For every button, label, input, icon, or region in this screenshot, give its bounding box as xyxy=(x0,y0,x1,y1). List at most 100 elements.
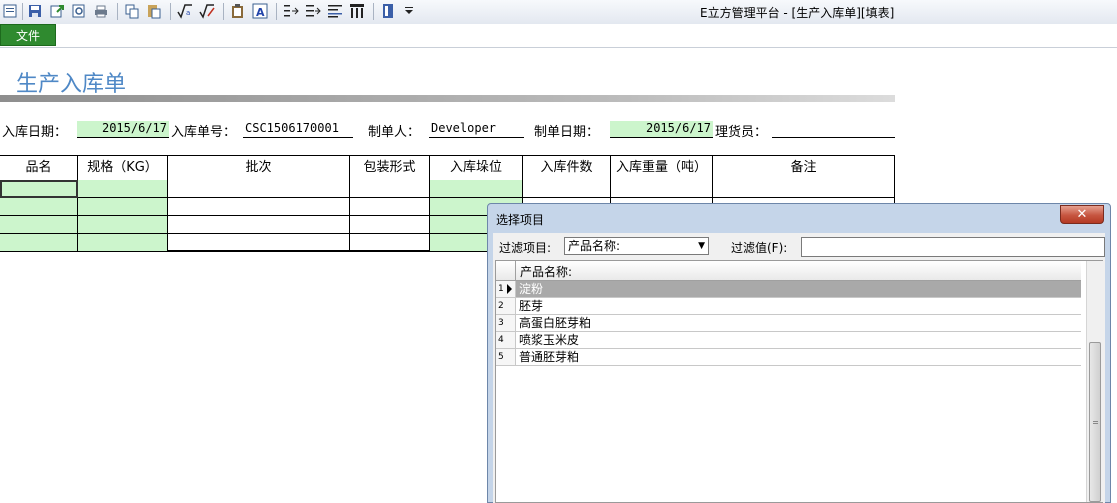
table-cell[interactable] xyxy=(0,198,78,216)
row-number: 2 xyxy=(496,298,516,314)
dialog-body: 过滤项目: 产品名称: ▼ 过滤值(F): 产品名称: 1 淀粉 2 胚芽 3 高蛋白胚芽… xyxy=(493,233,1105,503)
maker-field[interactable]: Developer xyxy=(429,121,524,138)
table-cell[interactable] xyxy=(78,180,168,198)
table-cell[interactable] xyxy=(168,198,350,216)
filter-value-label: 过滤值(F): xyxy=(731,241,788,255)
order-no-field[interactable]: CSC1506170001 xyxy=(243,121,353,138)
row-number: 5 xyxy=(496,349,516,365)
text-icon[interactable]: A xyxy=(252,3,268,19)
filter-value-input[interactable] xyxy=(801,237,1105,257)
toolbar-separator xyxy=(223,3,224,20)
title-underline xyxy=(0,95,895,102)
col-header-count: 入库件数 xyxy=(523,156,611,180)
print-icon[interactable] xyxy=(93,3,109,19)
bookmark-icon[interactable] xyxy=(380,3,396,19)
vertical-scrollbar[interactable] xyxy=(1086,261,1104,502)
col-header-location: 入库垛位 xyxy=(430,156,523,180)
table-cell[interactable] xyxy=(78,198,168,216)
col-header-weight: 入库重量（吨） xyxy=(611,156,713,180)
window-title: E立方管理平台 - [生产入库单][填表] xyxy=(700,6,895,20)
list-item[interactable]: 2 胚芽 xyxy=(496,298,1081,315)
filter-item-select[interactable]: 产品名称: ▼ xyxy=(564,237,709,255)
product-name-cell[interactable]: 喷浆玉米皮 xyxy=(516,332,1081,348)
current-row-arrow-icon xyxy=(507,284,512,294)
preview-icon[interactable] xyxy=(71,3,87,19)
export-icon[interactable] xyxy=(49,3,65,19)
product-name-cell[interactable]: 普通胚芽粕 xyxy=(516,349,1081,365)
table-cell[interactable] xyxy=(350,180,430,198)
list-item[interactable]: 5 普通胚芽粕 xyxy=(496,349,1081,366)
make-date-field[interactable]: 2015/6/17 xyxy=(610,121,713,138)
formula-icon[interactable] xyxy=(199,3,215,19)
col-header-remark: 备注 xyxy=(790,160,817,175)
table-cell[interactable] xyxy=(713,180,894,198)
toolbar-separator xyxy=(170,3,171,20)
columns-icon[interactable] xyxy=(349,3,365,19)
col-header-batch: 批次 xyxy=(168,156,350,180)
dialog-close-button[interactable]: ✕ xyxy=(1060,205,1104,224)
scrollbar-grip xyxy=(1093,421,1098,424)
list-item[interactable]: 1 淀粉 xyxy=(496,281,1081,298)
select-item-dialog: 选择项目 ✕ 过滤项目: 产品名称: ▼ 过滤值(F): 产品名称: 1 淀粉 2 胚… xyxy=(487,203,1111,503)
table-cell[interactable] xyxy=(168,180,350,198)
svg-text:A: A xyxy=(256,6,265,19)
table-cell[interactable] xyxy=(0,180,78,198)
paste-icon[interactable] xyxy=(146,3,162,19)
col-header-name: 品名 xyxy=(0,156,78,180)
toolbar-separator xyxy=(22,3,23,20)
list-icon[interactable] xyxy=(327,3,343,19)
list-item[interactable]: 4 喷浆玉米皮 xyxy=(496,332,1081,349)
table-cell[interactable] xyxy=(168,234,350,252)
keeper-field[interactable] xyxy=(772,121,895,138)
outdent-icon[interactable] xyxy=(305,3,321,19)
page-title: 生产入库单 xyxy=(16,72,127,97)
table-cell[interactable] xyxy=(78,216,168,234)
row-number: 1 xyxy=(496,281,516,297)
in-date-label: 入库日期： xyxy=(2,125,68,140)
toolbar-separator xyxy=(373,3,374,20)
document-icon[interactable] xyxy=(2,3,18,19)
dropdown-icon[interactable] xyxy=(402,3,418,19)
save-icon[interactable] xyxy=(27,3,43,19)
table-cell[interactable] xyxy=(0,234,78,252)
copy-icon[interactable] xyxy=(124,3,140,19)
table-cell[interactable] xyxy=(350,234,430,252)
make-date-label: 制单日期： xyxy=(534,125,600,140)
scrollbar-thumb[interactable] xyxy=(1089,342,1101,502)
in-date-field[interactable]: 2015/6/17 xyxy=(77,121,169,138)
col-header-package: 包装形式 xyxy=(350,156,430,180)
toolbar-separator xyxy=(276,3,277,20)
table-cell[interactable] xyxy=(523,180,611,198)
ribbon-divider xyxy=(0,47,1117,48)
list-item[interactable]: 3 高蛋白胚芽粕 xyxy=(496,315,1081,332)
maker-label: 制单人： xyxy=(368,125,421,140)
indent-icon[interactable] xyxy=(283,3,299,19)
product-name-cell[interactable]: 胚芽 xyxy=(516,298,1081,314)
table-cell[interactable] xyxy=(350,216,430,234)
dialog-title: 选择项目 xyxy=(496,213,545,227)
table-cell[interactable] xyxy=(350,198,430,216)
item-list: 产品名称: 1 淀粉 2 胚芽 3 高蛋白胚芽粕 4 喷浆玉米皮 5 普通胚芽粕 xyxy=(495,260,1104,503)
chevron-down-icon: ▼ xyxy=(698,241,705,251)
toolbar: a A E立方管理平台 - [生产入库单][填表] xyxy=(0,0,1117,24)
row-number: 4 xyxy=(496,332,516,348)
product-name-cell[interactable]: 淀粉 xyxy=(516,281,1081,297)
table-cell[interactable] xyxy=(611,180,713,198)
product-name-cell[interactable]: 高蛋白胚芽粕 xyxy=(516,315,1081,331)
order-no-label: 入库单号： xyxy=(171,125,237,140)
list-header-product-name[interactable]: 产品名称: xyxy=(520,263,572,280)
table-cell[interactable] xyxy=(430,180,523,198)
list-header: 产品名称: xyxy=(496,261,1081,281)
table-cell[interactable] xyxy=(78,234,168,252)
table-cell[interactable] xyxy=(0,216,78,234)
filter-item-value: 产品名称: xyxy=(568,239,621,253)
toolbar-separator xyxy=(117,3,118,20)
keeper-label: 理货员： xyxy=(715,125,768,140)
sqrt-icon[interactable]: a xyxy=(177,3,193,19)
filter-item-label: 过滤项目: xyxy=(499,241,552,255)
file-menu-tab[interactable]: 文件 xyxy=(0,24,56,46)
svg-text:a: a xyxy=(186,9,190,17)
clipboard-icon[interactable] xyxy=(230,3,246,19)
col-header-spec: 规格（KG） xyxy=(78,156,168,180)
table-cell[interactable] xyxy=(168,216,350,234)
